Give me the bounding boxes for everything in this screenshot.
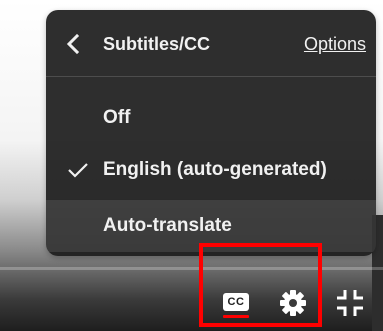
chevron-left-icon — [66, 33, 80, 55]
player-controls: CC — [0, 272, 383, 331]
menu-item-label: Auto-translate — [103, 215, 232, 236]
menu-item-english-auto-generated[interactable]: English (auto-generated) — [46, 144, 376, 196]
menu-item-label: Off — [103, 107, 131, 128]
gear-icon — [280, 290, 306, 316]
exit-fullscreen-button[interactable] — [333, 286, 367, 320]
menu-item-label: English (auto-generated) — [103, 159, 327, 180]
checkmark-icon — [68, 163, 88, 178]
menu-item-off[interactable]: Off — [46, 92, 376, 144]
subtitles-button[interactable]: CC — [220, 286, 254, 320]
progress-bar-track[interactable] — [0, 267, 383, 270]
subtitles-active-indicator — [223, 315, 249, 318]
settings-button[interactable] — [276, 286, 310, 320]
options-link[interactable]: Options — [304, 34, 366, 55]
menu-item-auto-translate[interactable]: Auto-translate — [46, 200, 376, 252]
subtitles-menu: Subtitles/CC Options Off English (auto-g… — [46, 10, 376, 256]
exit-fullscreen-icon — [337, 290, 363, 316]
closed-captions-icon: CC — [223, 293, 249, 311]
menu-title: Subtitles/CC — [103, 34, 211, 54]
menu-header: Subtitles/CC Options — [46, 10, 376, 77]
back-button[interactable] — [64, 32, 84, 56]
